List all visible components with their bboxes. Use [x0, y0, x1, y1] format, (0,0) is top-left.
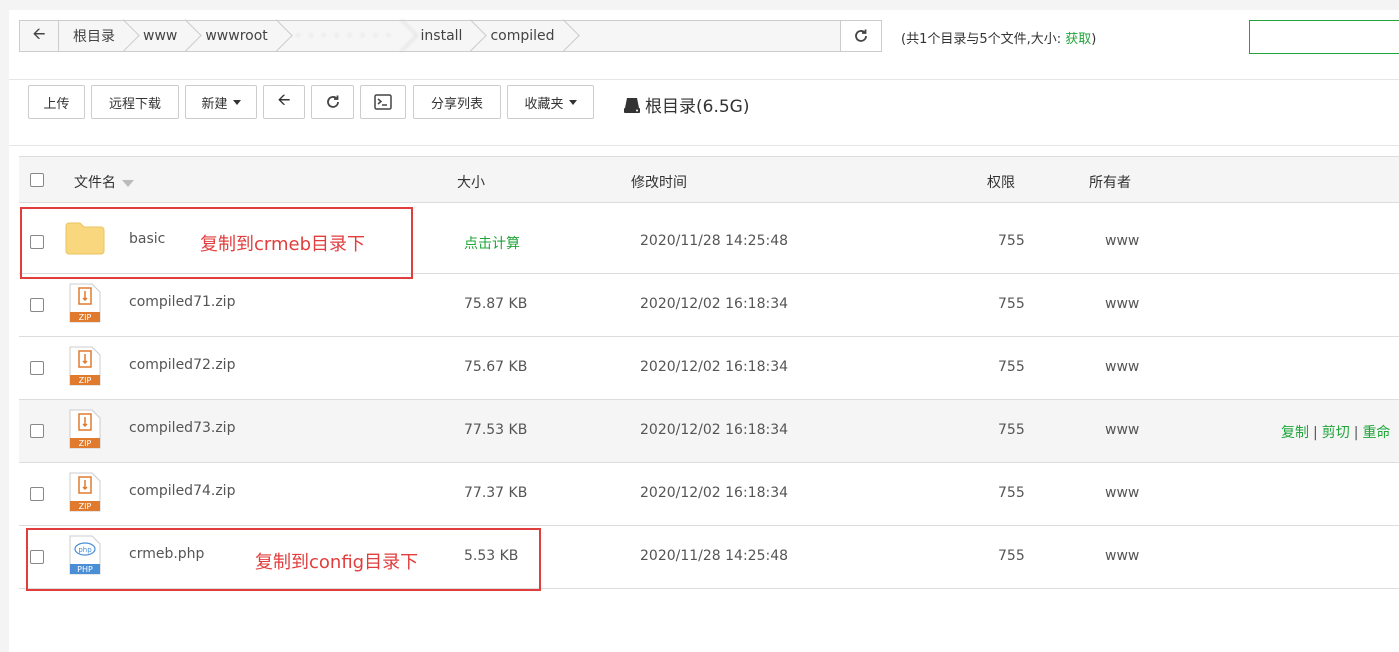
file-name[interactable]: compiled72.zip	[129, 357, 235, 373]
breadcrumb-redacted[interactable]: · · · · · · · ·	[282, 21, 407, 51]
back-button[interactable]: 🡨	[263, 85, 305, 119]
caret-down-icon	[232, 99, 241, 105]
file-owner[interactable]: www	[1105, 233, 1139, 249]
file-owner[interactable]: www	[1105, 485, 1139, 501]
caret-down-icon	[568, 99, 577, 105]
terminal-button[interactable]	[360, 85, 406, 119]
file-permission[interactable]: 755	[998, 422, 1025, 438]
sort-caret-icon	[122, 179, 134, 187]
refresh-button[interactable]	[311, 85, 354, 119]
header-size[interactable]: 大小	[457, 172, 485, 192]
file-permission[interactable]: 755	[998, 359, 1025, 375]
zip-file-icon: ZIP	[69, 409, 101, 449]
row-checkbox[interactable]	[30, 487, 44, 501]
svg-text:ZIP: ZIP	[79, 376, 92, 385]
file-size: 75.87 KB	[464, 296, 528, 312]
row-operations: 复制 | 剪切 | 重命	[1281, 422, 1390, 442]
file-size: 75.67 KB	[464, 359, 528, 375]
annotation-text-php: 复制到config目录下	[255, 552, 419, 573]
calculate-size-link[interactable]: 点击计算	[464, 233, 520, 253]
rename-link[interactable]: 重命	[1362, 425, 1390, 441]
file-mtime: 2020/12/02 16:18:34	[640, 485, 789, 501]
file-name[interactable]: compiled71.zip	[129, 294, 235, 310]
terminal-icon	[374, 94, 392, 110]
upload-button[interactable]: 上传	[28, 85, 85, 119]
breadcrumb-root[interactable]: 根目录	[59, 21, 129, 51]
file-name[interactable]: compiled73.zip	[129, 420, 235, 436]
select-all-checkbox[interactable]	[30, 173, 44, 187]
favorites-dropdown-button[interactable]: 收藏夹	[507, 85, 594, 119]
back-arrow-icon: 🡨	[277, 89, 291, 109]
header-mtime[interactable]: 修改时间	[631, 172, 687, 192]
zip-file-icon: ZIP	[69, 472, 101, 512]
summary-text: (共1个目录与5个文件,大小:	[901, 32, 1066, 47]
path-bar: 🡨 根目录 www wwwroot · · · · · · · · instal…	[19, 20, 882, 52]
annotation-text-basic: 复制到crmeb目录下	[200, 234, 366, 255]
divider	[9, 145, 1399, 146]
table-header: 文件名 大小 修改时间 权限 所有者	[19, 156, 1399, 203]
row-checkbox[interactable]	[30, 424, 44, 438]
table-row[interactable]: ZIP compiled72.zip 75.67 KB 2020/12/02 1…	[19, 337, 1399, 400]
file-owner[interactable]: www	[1105, 422, 1139, 438]
new-label: 新建	[201, 96, 228, 112]
divider	[9, 79, 1399, 80]
new-dropdown-button[interactable]: 新建	[185, 85, 257, 119]
svg-text:ZIP: ZIP	[79, 313, 92, 322]
row-checkbox[interactable]	[30, 361, 44, 375]
file-permission[interactable]: 755	[998, 485, 1025, 501]
cut-link[interactable]: 剪切	[1322, 425, 1350, 441]
header-filename-label: 文件名	[74, 175, 116, 191]
file-owner[interactable]: www	[1105, 359, 1139, 375]
file-mtime: 2020/12/02 16:18:34	[640, 296, 789, 312]
disk-label: 根目录(6.5G)	[645, 97, 750, 117]
separator: |	[1353, 425, 1359, 441]
breadcrumb-compiled[interactable]: compiled	[476, 21, 568, 51]
file-mtime: 2020/12/02 16:18:34	[640, 422, 789, 438]
breadcrumb-wwwroot[interactable]: wwwroot	[191, 21, 281, 51]
row-checkbox[interactable]	[30, 298, 44, 312]
header-owner[interactable]: 所有者	[1089, 172, 1131, 192]
refresh-icon	[326, 95, 339, 108]
file-name[interactable]: compiled74.zip	[129, 483, 235, 499]
favorites-label: 收藏夹	[524, 96, 564, 112]
header-filename[interactable]: 文件名	[74, 172, 134, 192]
file-size: 77.37 KB	[464, 485, 528, 501]
refresh-icon	[855, 29, 867, 42]
table-row[interactable]: ZIP compiled71.zip 75.87 KB 2020/12/02 1…	[19, 274, 1399, 337]
header-permission[interactable]: 权限	[987, 172, 1015, 192]
file-permission[interactable]: 755	[998, 296, 1025, 312]
refresh-path-button[interactable]	[840, 21, 881, 51]
table-row[interactable]: ZIP compiled73.zip 77.53 KB 2020/12/02 1…	[19, 400, 1399, 463]
share-list-button[interactable]: 分享列表	[413, 85, 501, 119]
file-permission[interactable]: 755	[998, 548, 1025, 564]
svg-text:ZIP: ZIP	[79, 439, 92, 448]
file-owner[interactable]: www	[1105, 296, 1139, 312]
copy-link[interactable]: 复制	[1281, 425, 1309, 441]
separator: |	[1313, 425, 1318, 441]
file-owner[interactable]: www	[1105, 548, 1139, 564]
remote-download-button[interactable]: 远程下载	[91, 85, 179, 119]
search-input[interactable]	[1249, 20, 1399, 54]
summary-suffix: )	[1091, 32, 1097, 47]
file-permission[interactable]: 755	[998, 233, 1025, 249]
disk-info[interactable]: 根目录(6.5G)	[623, 92, 749, 117]
file-mtime: 2020/12/02 16:18:34	[640, 359, 789, 375]
zip-file-icon: ZIP	[69, 283, 101, 323]
back-arrow-icon[interactable]: 🡨	[20, 21, 59, 51]
table-row[interactable]: ZIP compiled74.zip 77.37 KB 2020/12/02 1…	[19, 463, 1399, 526]
breadcrumb-install[interactable]: install	[407, 21, 477, 51]
svg-text:ZIP: ZIP	[79, 502, 92, 511]
hard-disk-icon	[624, 97, 640, 113]
directory-summary: (共1个目录与5个文件,大小: 获取)	[901, 28, 1096, 47]
breadcrumb: 根目录 www wwwroot · · · · · · · · install …	[59, 21, 840, 51]
file-mtime: 2020/11/28 14:25:48	[640, 233, 789, 249]
get-size-link[interactable]: 获取	[1065, 32, 1091, 47]
zip-file-icon: ZIP	[69, 346, 101, 386]
file-mtime: 2020/11/28 14:25:48	[640, 548, 789, 564]
file-size: 77.53 KB	[464, 422, 528, 438]
